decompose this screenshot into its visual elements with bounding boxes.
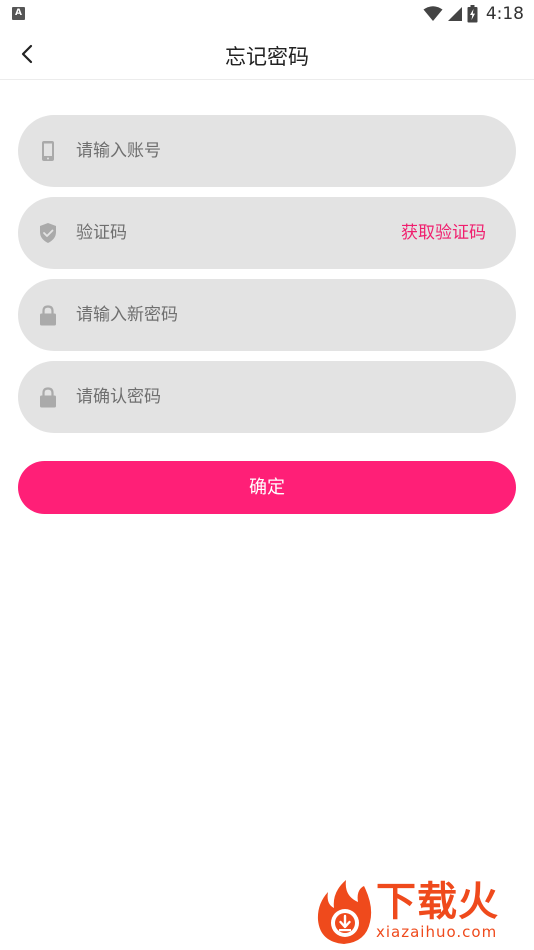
confirm-button[interactable]: 确定: [18, 461, 516, 514]
flame-logo: [317, 880, 372, 944]
status-bar: A 4:18: [0, 0, 534, 28]
shield-icon: [40, 223, 56, 243]
wifi-icon: [423, 6, 443, 21]
status-icons: 4:18: [423, 3, 524, 25]
page-title: 忘记密码: [225, 45, 309, 69]
code-input[interactable]: [76, 197, 376, 269]
phone-icon: [42, 141, 54, 161]
top-app-bar: 忘记密码: [0, 28, 534, 80]
new-password-field[interactable]: [18, 279, 516, 351]
account-input[interactable]: [76, 115, 376, 187]
watermark: 下载火 xiazaihuo.com: [314, 878, 528, 946]
watermark-name-en: xiazaihuo.com: [376, 923, 498, 941]
lock-icon: [40, 305, 56, 326]
notification-a-icon: A: [12, 7, 25, 20]
signal-icon: [447, 7, 462, 21]
account-field[interactable]: [18, 115, 516, 187]
confirm-password-input[interactable]: [76, 361, 376, 433]
code-field[interactable]: 获取验证码: [18, 197, 516, 269]
battery-icon: [467, 5, 478, 23]
status-time: 4:18: [485, 4, 524, 24]
get-code-button[interactable]: 获取验证码: [401, 197, 486, 269]
watermark-name-cn: 下载火: [376, 879, 499, 925]
new-password-input[interactable]: [76, 279, 376, 351]
confirm-password-field[interactable]: [18, 361, 516, 433]
lock-icon: [40, 387, 56, 408]
